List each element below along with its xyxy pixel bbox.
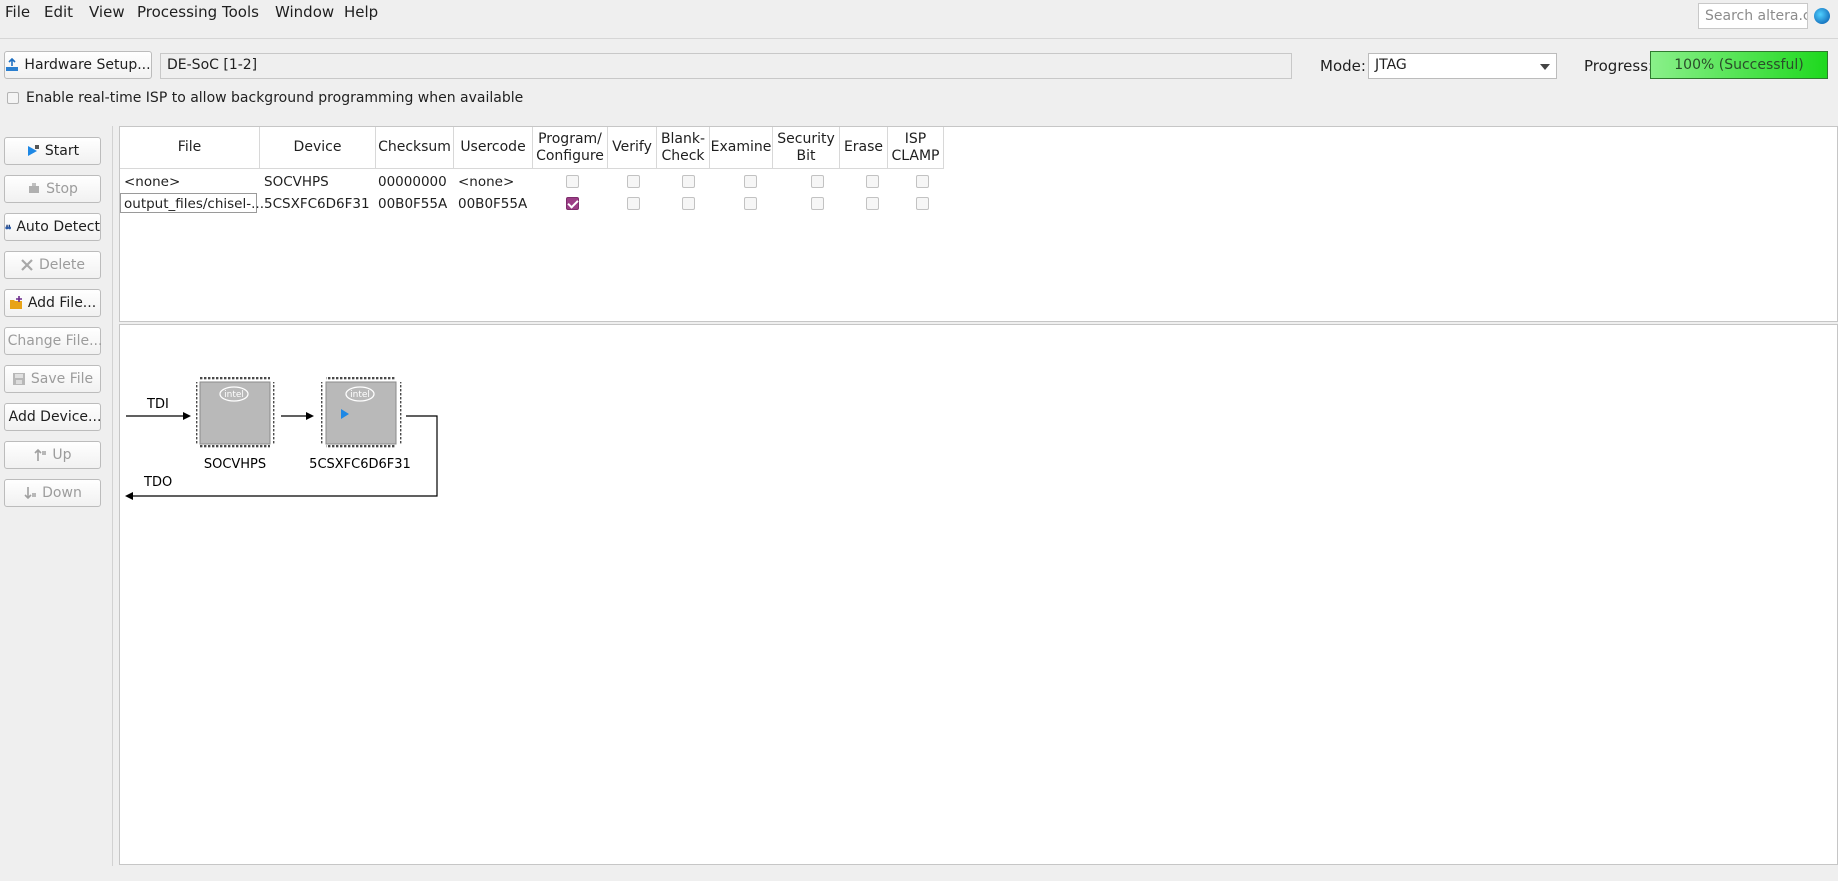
row0-blank-check-checkbox[interactable] (682, 175, 695, 188)
mode-select[interactable]: JTAG (1368, 53, 1557, 79)
isp-label: Enable real-time ISP to allow background… (26, 90, 524, 106)
chip2-logo: intel (350, 390, 370, 400)
header-security-bit[interactable]: Security Bit (773, 127, 840, 169)
row1-security-bit-checkbox[interactable] (811, 197, 824, 210)
delete-label: Delete (39, 257, 85, 273)
header-blank-check[interactable]: Blank- Check (657, 127, 710, 169)
row0-program-checkbox[interactable] (566, 175, 579, 188)
chip-5csxfc6d6f31[interactable]: intel (321, 377, 402, 448)
globe-icon[interactable] (1814, 8, 1830, 24)
mode-label: Mode: (1320, 57, 1366, 75)
header-file[interactable]: File (120, 127, 260, 169)
add-file-button[interactable]: Add File... (4, 289, 101, 317)
save-icon (12, 373, 25, 385)
move-up-icon (34, 448, 47, 461)
jtag-chain-diagram: TDI intel SOCVHPS intel 5CSXFC6D6F31 TDO (119, 324, 1838, 865)
chain-link-arrow (306, 412, 314, 420)
menu-view[interactable]: View (89, 3, 125, 21)
chevron-down-icon (1540, 64, 1550, 70)
stop-label: Stop (46, 181, 78, 197)
row0-security-bit-checkbox[interactable] (811, 175, 824, 188)
row0-verify-checkbox[interactable] (627, 175, 640, 188)
menu-edit[interactable]: Edit (44, 3, 73, 21)
auto-detect-label: Auto Detect (16, 219, 100, 235)
save-file-button[interactable]: Save File (4, 365, 101, 393)
tdo-arrow (125, 492, 133, 500)
device-table: File Device Checksum Usercode Program/ C… (119, 126, 1838, 322)
mode-value: JTAG (1375, 57, 1407, 73)
hardware-icon (6, 58, 19, 71)
device1-label: SOCVHPS (204, 457, 266, 472)
move-down-icon (24, 487, 37, 500)
chip-socvhps[interactable]: intel (195, 377, 276, 448)
row1-program-checkbox[interactable] (566, 197, 579, 210)
row0-erase-checkbox[interactable] (866, 175, 879, 188)
start-button[interactable]: Start (4, 137, 101, 165)
menu-tools[interactable]: Tools (222, 3, 259, 21)
isp-checkbox[interactable] (7, 92, 19, 104)
up-label: Up (52, 447, 72, 463)
down-label: Down (42, 485, 82, 501)
folder-add-icon (9, 296, 22, 309)
add-device-label: Add Device... (8, 409, 102, 425)
row0-examine-checkbox[interactable] (744, 175, 757, 188)
down-button[interactable]: Down (4, 479, 101, 507)
header-checksum[interactable]: Checksum (376, 127, 454, 169)
change-file-label: Change File... (7, 333, 103, 349)
change-file-button[interactable]: Change File... (4, 327, 103, 355)
menu-processing[interactable]: Processing (137, 3, 217, 21)
chain-canvas: TDI intel SOCVHPS intel 5CSXFC6D6F31 TDO (125, 377, 438, 500)
row1-file[interactable]: output_files/chisel-... (124, 196, 264, 212)
add-file-label: Add File... (27, 295, 97, 311)
row1-usercode: 00B0F55A (458, 196, 528, 212)
start-icon (27, 145, 39, 156)
row1-blank-check-checkbox[interactable] (682, 197, 695, 210)
tdi-arrow (183, 412, 191, 420)
header-isp-clamp[interactable]: ISP CLAMP (888, 127, 944, 169)
progress-bar: 100% (Successful) (1650, 51, 1828, 79)
row0-device: SOCVHPS (264, 174, 329, 190)
row0-file[interactable]: <none> (124, 174, 180, 190)
search-input[interactable]: Search altera.c... (1698, 3, 1808, 29)
row1-isp-clamp-checkbox[interactable] (916, 197, 929, 210)
header-erase[interactable]: Erase (840, 127, 888, 169)
stop-icon (29, 183, 40, 193)
save-file-label: Save File (30, 371, 94, 387)
header-examine[interactable]: Examine (710, 127, 773, 169)
start-label: Start (44, 143, 80, 159)
progress-label: Progress: (1584, 57, 1654, 75)
header-verify[interactable]: Verify (608, 127, 657, 169)
add-device-button[interactable]: Add Device... (4, 403, 101, 431)
menu-window[interactable]: Window (275, 3, 334, 21)
chip1-logo: intel (224, 390, 244, 400)
row0-isp-clamp-checkbox[interactable] (916, 175, 929, 188)
menu-file[interactable]: File (5, 3, 30, 21)
tdi-label: TDI (146, 397, 169, 412)
binoculars-icon (5, 224, 12, 230)
delete-icon (21, 259, 33, 271)
delete-button[interactable]: Delete (4, 251, 101, 279)
header-program-configure[interactable]: Program/ Configure (533, 127, 608, 169)
tdo-label: TDO (143, 475, 172, 490)
header-usercode[interactable]: Usercode (454, 127, 533, 169)
progress-text: 100% (Successful) (1674, 57, 1804, 73)
header-device[interactable]: Device (260, 127, 376, 169)
auto-detect-button[interactable]: Auto Detect (4, 213, 101, 241)
row0-usercode: <none> (458, 174, 515, 190)
up-button[interactable]: Up (4, 441, 101, 469)
row0-checksum: 00000000 (378, 174, 447, 190)
row1-device: 5CSXFC6D6F31 (264, 196, 370, 212)
row1-erase-checkbox[interactable] (866, 197, 879, 210)
row1-checksum: 00B0F55A (378, 196, 448, 212)
row1-examine-checkbox[interactable] (744, 197, 757, 210)
row1-verify-checkbox[interactable] (627, 197, 640, 210)
hardware-setup-label: Hardware Setup... (24, 57, 151, 73)
device2-label: 5CSXFC6D6F31 (309, 457, 411, 472)
menu-bar: File Edit View Processing Tools Window H… (0, 0, 1838, 26)
hardware-field: DE-SoC [1-2] (160, 53, 1292, 79)
hardware-setup-button[interactable]: Hardware Setup... (4, 51, 152, 79)
menu-help[interactable]: Help (344, 3, 378, 21)
stop-button[interactable]: Stop (4, 175, 101, 203)
